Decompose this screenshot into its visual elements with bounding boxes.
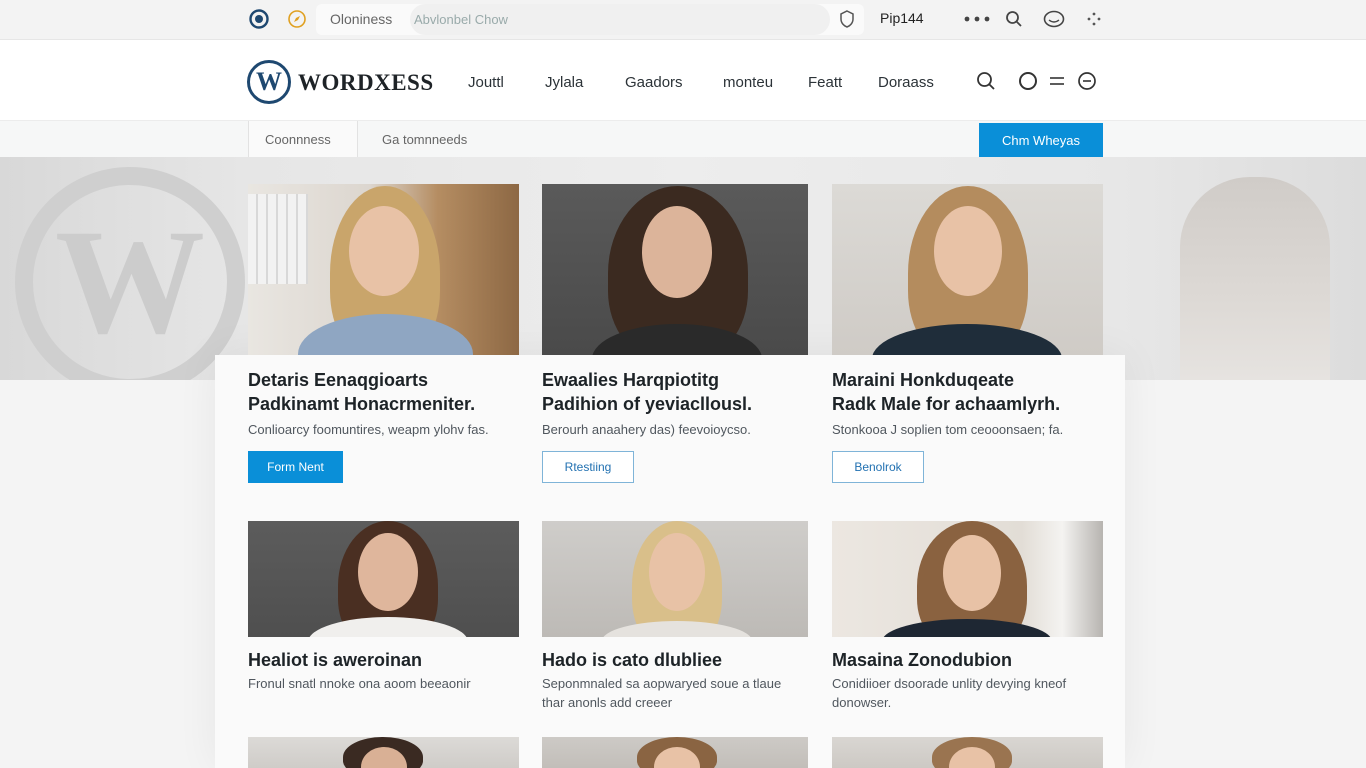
nav-item-4[interactable]: monteu (723, 74, 773, 91)
browser-toolbar: Oloniness Abvlonbel Chow Pip144 (0, 0, 1366, 40)
portrait-image (832, 184, 1103, 355)
wordpress-icon[interactable] (248, 8, 270, 30)
card-description: Conlioarcy foomuntires, weapm ylohv fas. (248, 422, 489, 437)
sub-link-a[interactable]: Coonnness (265, 132, 331, 147)
portrait-image (542, 521, 808, 637)
page-label: Pip144 (880, 10, 924, 26)
portrait-image (248, 737, 519, 768)
url-field[interactable]: Abvlonbel Chow (410, 4, 830, 35)
card-image[interactable] (542, 184, 808, 355)
card-image[interactable] (832, 184, 1103, 355)
faded-portrait-image (1180, 177, 1330, 380)
card-description: Fronul snatl nnoke ona aoom beeaonir (248, 676, 471, 691)
header-search-icon[interactable] (975, 70, 997, 92)
account-icon[interactable] (1042, 8, 1066, 30)
portrait-image (542, 737, 808, 768)
shield-icon[interactable] (836, 8, 858, 30)
portrait-image (248, 521, 519, 637)
card-title[interactable]: Masaina Zonodubion (832, 648, 1012, 672)
extensions-icon[interactable] (1083, 8, 1105, 30)
sub-link-b[interactable]: Ga tomnneeds (382, 132, 467, 147)
site-tab-label[interactable]: Oloniness (330, 11, 392, 27)
card-description: Conidiioer dsoorade unlity devying kneof… (832, 676, 1067, 710)
brand-name[interactable]: WORDXESS (298, 70, 434, 96)
site-header: W WORDXESS Jouttl Jylala Gaadors monteu … (0, 40, 1366, 120)
card-title[interactable]: Hado is cato dlubliee (542, 648, 722, 672)
wordpress-watermark-icon: W (15, 167, 245, 380)
minus-circle-icon[interactable] (1076, 70, 1098, 92)
card-image[interactable] (248, 737, 519, 768)
card-image[interactable] (542, 737, 808, 768)
circle-icon[interactable] (1017, 70, 1039, 92)
card-description: Seponmnaled sa aopwaryed soue a tlaue th… (542, 676, 782, 710)
card-title[interactable]: Ewaalies Harqpiotitg Padihion of yeviacl… (542, 368, 752, 416)
sub-navigation: Coonnness Ga tomnneeds Chm Wheyas (0, 120, 1366, 158)
card-image[interactable] (832, 521, 1103, 637)
card-button[interactable]: Form Nent (248, 451, 343, 483)
nav-item-6[interactable]: Doraass (878, 74, 934, 91)
card-image[interactable] (248, 184, 519, 355)
wordpress-logo-icon[interactable]: W (247, 60, 291, 104)
nav-item-1[interactable]: Jouttl (468, 74, 504, 91)
card-image[interactable] (832, 737, 1103, 768)
portrait-image (832, 521, 1103, 637)
card-button[interactable]: Rtestiing (542, 451, 634, 483)
card-title[interactable]: Healiot is aweroinan (248, 648, 422, 672)
nav-item-5[interactable]: Featt (808, 74, 842, 91)
portrait-image (832, 737, 1103, 768)
nav-item-3[interactable]: Gaadors (625, 74, 683, 91)
card-image[interactable] (248, 521, 519, 637)
card-description: Stonkooa J soplien tom ceooonsaen; fa. (832, 422, 1064, 437)
nav-item-2[interactable]: Jylala (545, 74, 583, 91)
card-title[interactable]: Maraini Honkduqeate Radk Male for achaam… (832, 368, 1060, 416)
card-title[interactable]: Detaris Eenaqgioarts Padkinamt Honacrmen… (248, 368, 475, 416)
menu-icon[interactable] (1046, 70, 1068, 92)
search-icon[interactable] (1003, 8, 1025, 30)
compass-icon[interactable] (286, 8, 308, 30)
card-description: Berourh anaahery das) feevoioycso. (542, 422, 751, 437)
portrait-image (248, 184, 519, 355)
header-cta-button[interactable]: Chm Wheyas (979, 123, 1103, 157)
more-icon[interactable] (963, 8, 991, 30)
card-image[interactable] (542, 521, 808, 637)
portrait-image (542, 184, 808, 355)
card-button[interactable]: Benolrok (832, 451, 924, 483)
